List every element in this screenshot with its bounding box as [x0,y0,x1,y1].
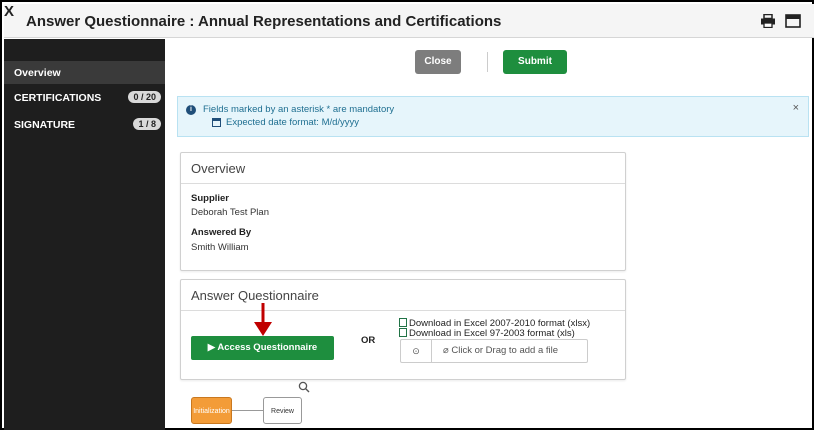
sidebar: Overview CERTIFICATIONS 0 / 20 SIGNATURE… [4,39,165,430]
sidebar-item-signature[interactable]: SIGNATURE 1 / 8 [4,114,165,136]
panel-heading: Answer Questionnaire [181,280,625,311]
answered-by-label: Answered By [191,227,252,238]
count-badge: 0 / 20 [128,91,161,103]
download-xls-link[interactable]: Download in Excel 97-2003 format (xls) [399,328,575,339]
info-icon: i [186,105,196,115]
calendar-icon [212,118,221,127]
sidebar-item-label: CERTIFICATIONS [14,92,102,104]
upload-icon[interactable]: ⊙ [401,340,432,362]
info-banner: i Fields marked by an asterisk * are man… [177,96,809,137]
print-icon[interactable] [760,14,776,28]
panel-heading: Overview [181,153,625,184]
supplier-label: Supplier [191,193,230,204]
supplier-value: Deborah Test Plan [191,207,269,218]
window-frame: Answer Questionnaire : Annual Representa… [0,0,814,430]
workflow-step-review[interactable]: Review [263,397,302,424]
file-upload-dropzone[interactable]: ⊙ ⌀ Click or Drag to add a file [400,339,588,363]
toolbar-divider [487,52,488,72]
overview-panel: Overview Supplier Deborah Test Plan Answ… [180,152,626,271]
dismiss-banner-button[interactable]: × [793,102,799,114]
access-questionnaire-button[interactable]: ▶ Access Questionnaire [191,336,334,360]
download-xls-label: Download in Excel 97-2003 format (xls) [409,328,575,339]
mandatory-notice: Fields marked by an asterisk * are manda… [203,104,395,115]
or-separator: OR [361,335,376,346]
date-format-notice: Expected date format: M/d/yyyy [226,117,360,128]
excel-icon [399,318,407,327]
sidebar-item-certifications[interactable]: CERTIFICATIONS 0 / 20 [4,87,165,109]
title-bar: Answer Questionnaire : Annual Representa… [4,4,814,38]
window-icon[interactable] [785,14,801,28]
close-button[interactable]: Close [415,50,461,74]
window-title: Answer Questionnaire : Annual Representa… [26,13,502,30]
sidebar-item-label: SIGNATURE [14,119,76,131]
excel-icon [399,328,407,337]
answered-by-value: Smith William [191,242,249,253]
workflow-connector [232,410,263,411]
upload-text: Click or Drag to add a file [451,345,559,356]
sidebar-item-label: Overview [14,67,61,79]
sidebar-item-overview[interactable]: Overview [4,61,165,84]
upload-label: ⌀ Click or Drag to add a file [443,345,558,356]
workflow-step-initialization[interactable]: Initialization [191,397,232,424]
submit-button[interactable]: Submit [503,50,567,74]
count-badge: 1 / 8 [133,118,161,130]
answer-questionnaire-panel: Answer Questionnaire ▶ Access Questionna… [180,279,626,380]
arrow-down-icon [254,303,272,336]
search-icon[interactable] [298,381,310,393]
close-window-button[interactable]: X [4,3,14,20]
